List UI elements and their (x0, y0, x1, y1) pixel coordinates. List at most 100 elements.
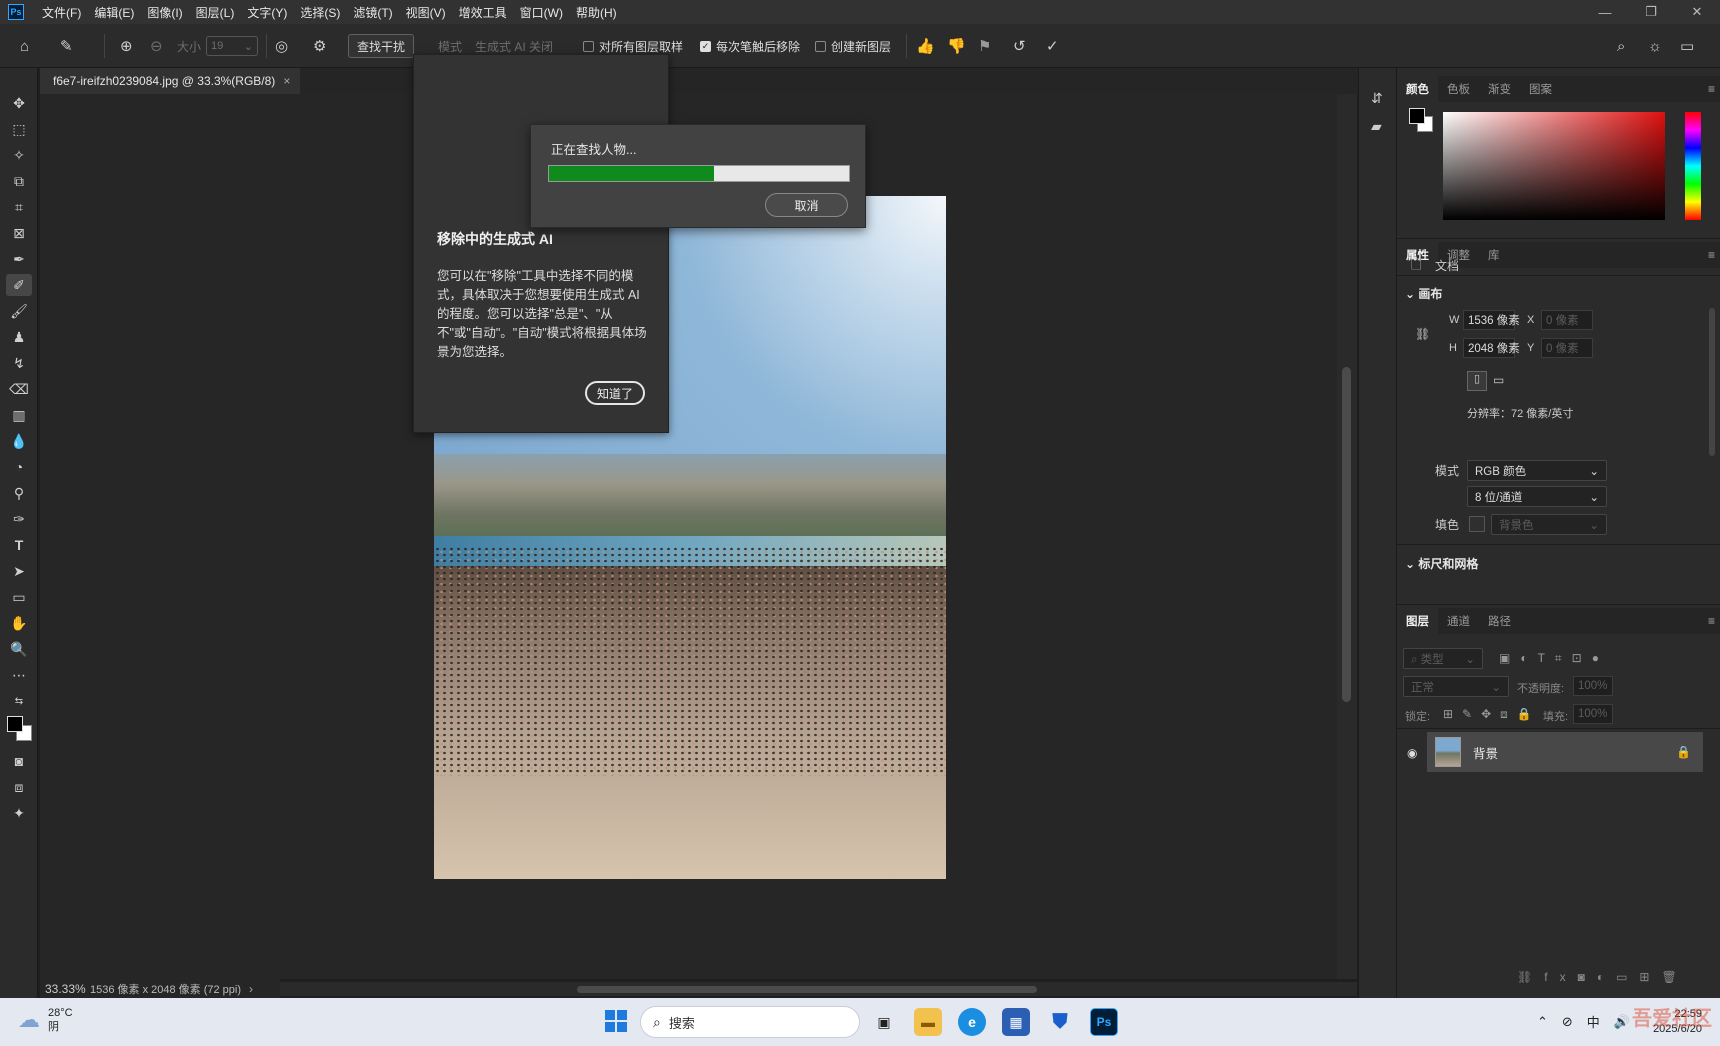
got-it-button[interactable]: 知道了 (585, 381, 645, 405)
landscape-orientation-icon[interactable]: ▭ (1493, 373, 1504, 387)
remove-after-stroke-checkbox[interactable]: ✓ 每次笔触后移除 (700, 24, 800, 68)
vertical-scroll-thumb[interactable] (1342, 367, 1351, 702)
menu-window[interactable]: 窗口(W) (520, 4, 563, 21)
find-distractions-button[interactable]: 查找干扰 (348, 34, 415, 58)
height-input[interactable]: 2048 像素 (1463, 338, 1520, 358)
eraser-tool-icon[interactable]: ⌫ (6, 378, 32, 400)
menu-layer[interactable]: 图层(L) (196, 4, 235, 21)
generate-image-icon[interactable]: ✦ (6, 802, 32, 824)
commit-check-icon[interactable]: ✓ (1046, 24, 1059, 68)
color-mode-select[interactable]: RGB 颜色 ⌄ (1467, 460, 1607, 481)
horizontal-scrollbar[interactable] (280, 982, 1357, 996)
layer-row-background[interactable]: 背景 🔒 (1427, 732, 1703, 772)
screen-mode-icon[interactable]: ⧈ (6, 776, 32, 798)
gradient-tool-icon[interactable]: ▥ (6, 404, 32, 426)
rulers-grids-section-header[interactable]: ⌄ 标尺和网格 (1405, 555, 1478, 572)
size-input[interactable]: 19 ⌄ (206, 36, 258, 56)
minimize-button[interactable]: — (1582, 0, 1628, 24)
tray-overflow-icon[interactable]: ⌃ (1537, 1014, 1548, 1030)
swap-colors-icon[interactable]: ⇆ (6, 690, 32, 712)
width-input[interactable]: 1536 像素 (1463, 310, 1520, 330)
layer-filter-select[interactable]: ⌕ 类型 ⌄ (1403, 648, 1483, 669)
tab-patterns[interactable]: 图案 (1520, 76, 1561, 102)
type-tool-icon[interactable]: T (6, 534, 32, 556)
menu-type[interactable]: 文字(Y) (247, 4, 287, 21)
marquee-tool-icon[interactable]: ⬚ (6, 118, 32, 140)
tab-layers[interactable]: 图层 (1397, 608, 1438, 634)
menu-image[interactable]: 图像(I) (147, 4, 182, 21)
create-new-layer-checkbox[interactable]: 创建新图层 (815, 24, 891, 68)
layer-actions-icons[interactable]: ⛓fx◙◐▭⊞🗑 (1517, 970, 1689, 984)
tab-swatches[interactable]: 色板 (1438, 76, 1479, 102)
menu-plugins[interactable]: 增效工具 (459, 4, 507, 21)
fill-select[interactable]: 背景色 ⌄ (1491, 514, 1607, 535)
vertical-scrollbar[interactable] (1337, 94, 1357, 979)
pen-tool-icon[interactable]: ✑ (6, 508, 32, 530)
bit-depth-select[interactable]: 8 位/通道 ⌄ (1467, 486, 1607, 507)
tab-gradients[interactable]: 渐变 (1479, 76, 1520, 102)
comments-panel-icon[interactable]: ▰ (1371, 118, 1382, 135)
panel-menu-icon[interactable]: ≡ (1708, 614, 1715, 628)
color-panel-foreground-swatch[interactable] (1409, 108, 1425, 124)
cancel-button[interactable]: 取消 (765, 193, 848, 217)
frame-tool-icon[interactable]: ⊠ (6, 222, 32, 244)
tab-color[interactable]: 颜色 (1397, 76, 1438, 102)
flag-icon[interactable]: ⚑ (978, 24, 991, 68)
properties-scrollbar[interactable] (1709, 308, 1715, 456)
menu-edit[interactable]: 编辑(E) (94, 4, 134, 21)
task-view-icon[interactable]: ▣ (870, 1008, 898, 1036)
blend-mode-select[interactable]: 正常 ⌄ (1403, 676, 1509, 697)
layer-visibility-eye-icon[interactable]: ◉ (1407, 746, 1417, 760)
eyedropper-tool-icon[interactable]: ✒ (6, 248, 32, 270)
zoom-lens-tool-icon[interactable]: ⚲ (6, 482, 32, 504)
color-field[interactable] (1443, 112, 1665, 220)
fill-opacity-input[interactable]: 100% (1573, 704, 1613, 724)
clone-stamp-tool-icon[interactable]: ♟ (6, 326, 32, 348)
x-input[interactable]: 0 像素 (1541, 310, 1593, 330)
panel-menu-icon[interactable]: ≡ (1708, 248, 1715, 262)
panel-menu-icon[interactable]: ≡ (1708, 82, 1715, 96)
weather-widget[interactable]: ☁ 28°C 阴 (18, 1006, 73, 1034)
blur-tool-icon[interactable]: 💧 (6, 430, 32, 452)
crop-tool-icon[interactable]: ⌗ (6, 196, 32, 218)
thumbs-up-icon[interactable]: 👍 (916, 24, 935, 68)
brush-tool-icon[interactable]: 🖌 (6, 300, 32, 322)
volume-icon[interactable]: 🔊 (1614, 1014, 1630, 1030)
remove-tool-preset-icon[interactable]: ✎ (60, 24, 73, 68)
rectangle-tool-icon[interactable]: ▭ (6, 586, 32, 608)
pressure-icon[interactable]: ◎ (275, 24, 288, 68)
close-tab-icon[interactable]: × (283, 74, 290, 88)
file-explorer-icon[interactable]: ▬ (914, 1008, 942, 1036)
layer-lock-icon[interactable]: 🔒 (1676, 745, 1691, 759)
more-tools-icon[interactable]: ⋯ (6, 664, 32, 686)
menu-file[interactable]: 文件(F) (42, 4, 81, 21)
zoom-tool-icon[interactable]: 🔍 (6, 638, 32, 660)
document-tab[interactable]: f6e7-ireifzh0239084.jpg @ 33.3%(RGB/8) × (40, 68, 301, 94)
foreground-color-swatch[interactable] (7, 716, 23, 732)
undo-icon[interactable]: ↺ (1013, 24, 1026, 68)
remove-tool-icon[interactable]: ✐ (6, 274, 32, 296)
close-window-button[interactable]: ✕ (1674, 0, 1720, 24)
menu-help[interactable]: 帮助(H) (576, 4, 617, 21)
portrait-orientation-icon[interactable]: ▯ (1467, 371, 1487, 391)
hand-tool-icon[interactable]: ✋ (6, 612, 32, 634)
search-icon[interactable]: ⌕ (1617, 24, 1625, 68)
quick-selection-tool-icon[interactable]: ✧ (6, 144, 32, 166)
layer-filter-icons[interactable]: ▣◐T⌗⊡● (1499, 651, 1609, 666)
link-icon[interactable]: ⛓ (1415, 327, 1430, 341)
network-icon[interactable]: ⊘ (1562, 1014, 1573, 1030)
home-icon[interactable]: ⌂ (20, 24, 29, 68)
object-selection-tool-icon[interactable]: ⧉ (6, 170, 32, 192)
lock-options-icons[interactable]: ⊞✎✥⧈🔒 (1443, 707, 1541, 722)
zoom-level[interactable]: 33.33% (40, 982, 90, 996)
horizontal-scroll-thumb[interactable] (577, 986, 1037, 993)
dodge-tool-icon[interactable]: ◔ (6, 456, 32, 478)
microsoft-store-icon[interactable]: ▦ (1002, 1008, 1030, 1036)
quick-mask-icon[interactable]: ◙ (6, 750, 32, 772)
path-selection-tool-icon[interactable]: ➤ (6, 560, 32, 582)
history-brush-tool-icon[interactable]: ↯ (6, 352, 32, 374)
subtract-from-stroke-icon[interactable]: ⊖ (150, 24, 163, 68)
restore-button[interactable]: ❐ (1628, 0, 1674, 24)
taskbar-search[interactable]: ⌕ 搜索 (640, 1006, 860, 1038)
gear-icon[interactable]: ⚙ (313, 24, 326, 68)
